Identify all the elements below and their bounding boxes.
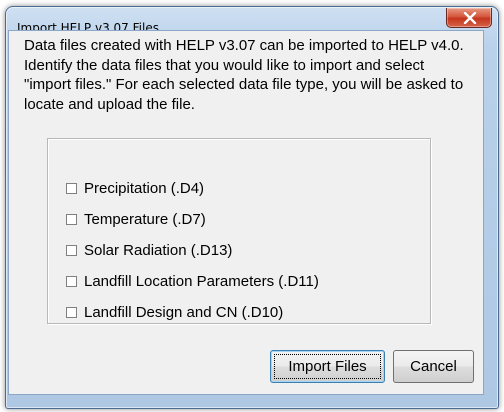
close-x-icon (463, 12, 477, 24)
file-types-group (47, 138, 431, 324)
option-precipitation[interactable]: Precipitation (.D4) (66, 178, 204, 198)
cancel-button[interactable]: Cancel (393, 350, 474, 383)
close-button[interactable] (446, 8, 492, 28)
import-files-button[interactable]: Import Files (270, 350, 385, 383)
landfill-location-checkbox[interactable] (66, 275, 77, 287)
focus-rectangle (274, 354, 381, 379)
option-temperature[interactable]: Temperature (.D7) (66, 209, 206, 229)
temperature-label: Temperature (.D7) (84, 210, 206, 228)
temperature-checkbox[interactable] (66, 213, 77, 225)
solar-radiation-checkbox[interactable] (66, 244, 77, 256)
solar-radiation-label: Solar Radiation (.D13) (84, 241, 233, 259)
precipitation-label: Precipitation (.D4) (84, 179, 205, 197)
option-landfill-location[interactable]: Landfill Location Parameters (.D11) (66, 271, 319, 291)
option-landfill-design[interactable]: Landfill Design and CN (.D10) (66, 302, 283, 322)
option-solar-radiation[interactable]: Solar Radiation (.D13) (66, 240, 232, 260)
landfill-design-label: Landfill Design and CN (.D10) (84, 303, 284, 321)
landfill-location-label: Landfill Location Parameters (.D11) (84, 272, 319, 290)
instructions-text: Data files created with HELP v3.07 can b… (24, 37, 464, 113)
cancel-label: Cancel (410, 358, 457, 375)
landfill-design-checkbox[interactable] (66, 306, 77, 318)
precipitation-checkbox[interactable] (66, 182, 77, 194)
